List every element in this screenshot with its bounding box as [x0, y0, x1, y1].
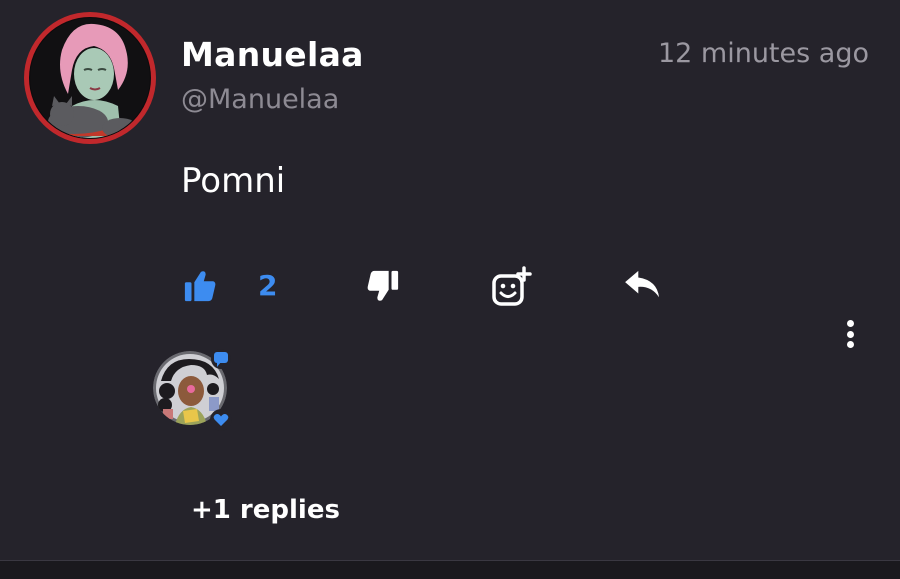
reply-arrow-icon	[625, 270, 659, 298]
thumbs-down-icon	[367, 270, 399, 301]
comment-timestamp: 12 minutes ago	[657, 38, 869, 69]
add-reaction-icon	[492, 266, 532, 306]
comment-text: Pomni	[181, 161, 286, 201]
chat-bubble-icon	[211, 349, 231, 369]
author-handle: @Manuelaa	[181, 84, 340, 115]
heart-icon	[210, 409, 232, 431]
add-reaction-button[interactable]	[490, 266, 534, 308]
thumbs-up-icon	[184, 271, 216, 302]
bottom-bar	[0, 560, 900, 579]
author-avatar-image	[24, 12, 156, 144]
more-options-button[interactable]	[838, 318, 862, 350]
like-count: 2	[258, 269, 278, 302]
comment-card: Manuelaa @Manuelaa 12 minutes ago Pomni …	[0, 0, 900, 560]
replier-avatar-group[interactable]	[150, 345, 240, 435]
more-vertical-icon	[846, 320, 854, 327]
like-button[interactable]	[182, 268, 218, 304]
author-name[interactable]: Manuelaa	[181, 34, 364, 76]
reply-button[interactable]	[622, 268, 664, 302]
dislike-button[interactable]	[364, 268, 402, 304]
more-dot	[846, 341, 854, 348]
more-dot	[846, 330, 854, 338]
view-replies-link[interactable]: +1 replies	[191, 493, 340, 527]
author-avatar[interactable]	[22, 10, 158, 146]
